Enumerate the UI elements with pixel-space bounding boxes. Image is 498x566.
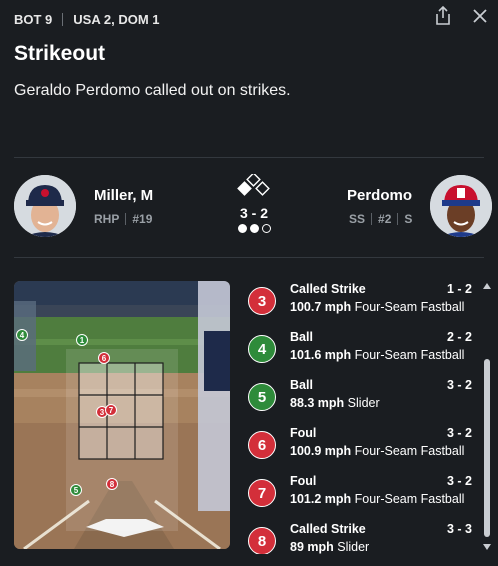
pitch-result: Called Strike [290, 282, 366, 296]
pitch-marker[interactable]: 8 [106, 478, 118, 490]
pitch-speed-type: 88.3 mph Slider [290, 396, 380, 410]
pitch-speed: 101.2 mph [290, 492, 352, 506]
pitch-marker[interactable]: 6 [98, 352, 110, 364]
pitch-speed-type: 101.6 mph Four-Seam Fastball [290, 348, 464, 362]
pitch-type: Four-Seam Fastball [354, 300, 465, 314]
batter-name: Perdomo [347, 187, 413, 204]
pitch-speed: 88.3 mph [290, 396, 345, 410]
pitch-type: Four-Seam Fastball [354, 348, 465, 362]
pitch-location-view: 1 4 5 6 8 3 7 [14, 281, 230, 549]
out-dot [262, 224, 271, 233]
pitch-result: Ball [290, 330, 313, 344]
pitch-row[interactable]: 4 Ball 2 - 2 101.6 mph Four-Seam Fastbal… [240, 329, 480, 377]
pitch-number-badge: 8 [248, 527, 276, 554]
pitch-speed: 100.9 mph [290, 444, 352, 458]
pitch-count: 2 - 2 [446, 330, 472, 344]
batter-avatar [430, 175, 492, 237]
pitcher-name: Miller, M [94, 187, 154, 204]
pitch-number-badge: 3 [248, 287, 276, 315]
pitch-number-badge: 5 [248, 383, 276, 411]
batter-position: SS [349, 212, 366, 226]
divider [62, 12, 64, 26]
pitch-result: Called Strike [290, 522, 366, 536]
pitch-number-badge: 4 [248, 335, 276, 363]
batter-bats: S [404, 212, 413, 226]
pitch-speed-type: 100.7 mph Four-Seam Fastball [290, 300, 464, 314]
field-background [14, 281, 230, 549]
pitch-count: 3 - 3 [446, 522, 472, 536]
divider [14, 157, 484, 158]
pitch-speed: 100.7 mph [290, 300, 352, 314]
pitcher-avatar [14, 175, 76, 237]
inning-label: BOT 9 [14, 11, 53, 27]
pitch-type: Four-Seam Fastball [354, 444, 465, 458]
divider [371, 213, 373, 225]
pitch-speed-type: 89 mph Slider [290, 540, 369, 554]
pitch-count: 3 - 2 [446, 474, 472, 488]
scroll-thumb[interactable] [484, 359, 490, 537]
pitch-speed-type: 101.2 mph Four-Seam Fastball [290, 492, 464, 506]
scroll-down-arrow-icon[interactable] [483, 544, 491, 550]
pitch-type: Slider [347, 396, 380, 410]
pitcher-number: #19 [132, 212, 153, 226]
pitch-marker[interactable]: 4 [16, 329, 28, 341]
divider [125, 213, 127, 225]
pitch-marker[interactable]: 1 [76, 334, 88, 346]
pitch-list-scrollbar[interactable] [481, 281, 493, 553]
pitcher-throws: RHP [94, 212, 120, 226]
scroll-up-arrow-icon[interactable] [483, 283, 491, 289]
divider [397, 213, 399, 225]
pitch-row[interactable]: 3 Called Strike 1 - 2 100.7 mph Four-Sea… [240, 281, 480, 329]
play-description: Geraldo Perdomo called out on strikes. [14, 82, 291, 99]
pitch-speed: 89 mph [290, 540, 334, 554]
pitch-number-badge: 7 [248, 479, 276, 507]
outs-indicator [238, 224, 271, 233]
share-icon[interactable] [434, 6, 452, 26]
pitch-count: 3 - 2 [446, 378, 472, 392]
ball-strike-count: 3 - 2 [239, 205, 268, 221]
batter-number: #2 [378, 212, 392, 226]
pitch-row[interactable]: 7 Foul 3 - 2 101.2 mph Four-Seam Fastbal… [240, 473, 480, 521]
pitch-number-badge: 6 [248, 431, 276, 459]
pitch-marker[interactable]: 5 [70, 484, 82, 496]
divider [14, 257, 484, 258]
pitch-list[interactable]: 3 Called Strike 1 - 2 100.7 mph Four-Sea… [240, 281, 480, 554]
close-icon[interactable] [472, 8, 488, 24]
pitcher-info: RHP #19 [94, 212, 152, 226]
out-dot [238, 224, 247, 233]
game-status-bar: BOT 9 USA 2, DOM 1 [14, 10, 160, 28]
pitch-marker[interactable]: 7 [105, 404, 117, 416]
pitch-speed-type: 100.9 mph Four-Seam Fastball [290, 444, 464, 458]
pitch-type: Slider [337, 540, 370, 554]
pitch-count: 1 - 2 [446, 282, 472, 296]
pitch-row[interactable]: 6 Foul 3 - 2 100.9 mph Four-Seam Fastbal… [240, 425, 480, 473]
pitch-row[interactable]: 5 Ball 3 - 2 88.3 mph Slider [240, 377, 480, 425]
out-dot [250, 224, 259, 233]
pitch-speed: 101.6 mph [290, 348, 352, 362]
pitch-count: 3 - 2 [446, 426, 472, 440]
pitch-result: Foul [290, 426, 317, 440]
batter-info: SS #2 S [349, 212, 412, 226]
score-label: USA 2, DOM 1 [73, 11, 160, 27]
pitch-type: Four-Seam Fastball [354, 492, 465, 506]
pitch-result: Foul [290, 474, 317, 488]
play-title: Strikeout [14, 42, 106, 65]
pitch-row[interactable]: 8 Called Strike 3 - 3 89 mph Slider [240, 521, 480, 554]
pitch-result: Ball [290, 378, 313, 392]
bases-diamond-icon [237, 174, 270, 196]
